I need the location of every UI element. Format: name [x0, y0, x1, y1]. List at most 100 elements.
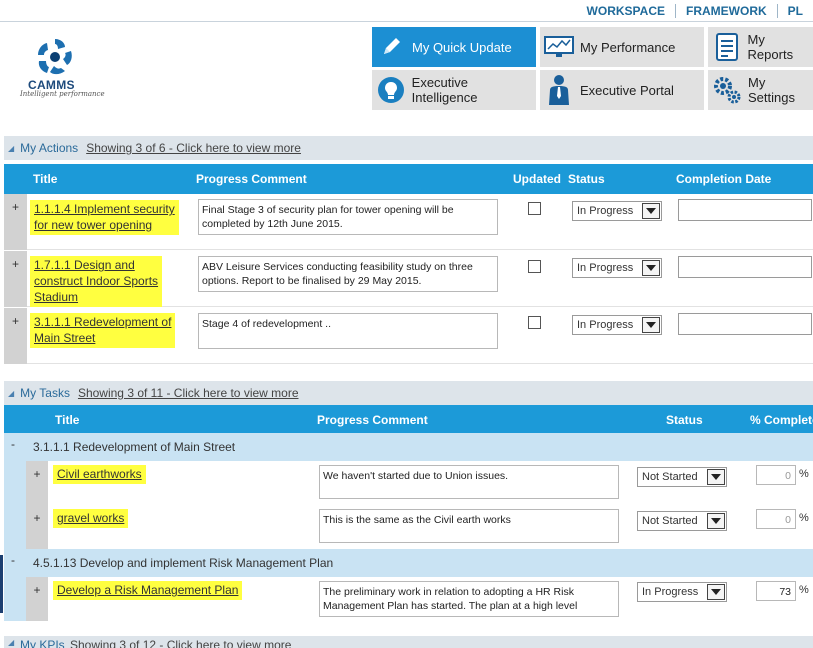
action-title-line: Stadium — [34, 290, 79, 304]
progress-comment-field[interactable]: We haven't started due to Union issues. — [319, 465, 619, 499]
nav-pl[interactable]: PL — [776, 4, 813, 18]
status-value: In Progress — [577, 319, 634, 331]
my-tasks-view-more-link[interactable]: Showing 3 of 11 - Click here to view mor… — [78, 386, 299, 400]
collapse-triangle-icon[interactable]: ◢ — [8, 144, 14, 153]
action-title-link[interactable]: 1.7.1.1 Design and construct Indoor Spor… — [30, 256, 163, 307]
executive-intelligence-button[interactable]: Executive Intelligence — [372, 70, 536, 110]
task-row: + Develop a Risk Management Plan The pre… — [4, 577, 813, 621]
my-quick-update-button[interactable]: My Quick Update — [372, 27, 536, 67]
completion-date-input[interactable] — [678, 199, 812, 221]
percent-complete-input[interactable]: 0 — [756, 509, 796, 529]
collapse-group-button[interactable]: - — [11, 437, 15, 451]
comment-line: completed by 12th June 2015. — [202, 218, 343, 230]
task-title-link[interactable]: Civil earthworks — [53, 465, 146, 484]
percent-complete-input[interactable]: 73 — [756, 581, 796, 601]
my-actions-view-more-link[interactable]: Showing 3 of 6 - Click here to view more — [86, 141, 301, 155]
collapse-group-button[interactable]: - — [11, 553, 15, 567]
completion-date-input[interactable] — [678, 313, 812, 335]
executive-intelligence-label: Executive Intelligence — [411, 75, 478, 105]
task-row: + gravel works This is the same as the C… — [4, 505, 813, 549]
col-percent-complete: % Complete — [750, 413, 813, 427]
collapse-triangle-icon[interactable]: ◢ — [8, 638, 14, 647]
my-kpis-header[interactable]: ◢ My KPIs Showing 3 of 12 - Click here t… — [4, 636, 813, 648]
left-edge-stripe — [0, 555, 3, 613]
nav-workspace[interactable]: WORKSPACE — [577, 4, 675, 18]
action-title-line: 1.1.1.4 Implement security — [34, 202, 175, 216]
updated-checkbox[interactable] — [528, 260, 541, 273]
progress-comment-field[interactable]: This is the same as the Civil earth work… — [319, 509, 619, 543]
col-status: Status — [568, 172, 605, 186]
chevron-down-icon — [642, 260, 660, 276]
expand-row-button[interactable]: + — [26, 577, 48, 621]
status-select[interactable]: In Progress — [572, 258, 662, 278]
comment-line: We haven't started due to Union issues. — [323, 470, 509, 482]
pencil-icon — [376, 32, 406, 62]
nav-framework[interactable]: FRAMEWORK — [675, 4, 777, 18]
executive-portal-button[interactable]: Executive Portal — [540, 70, 704, 110]
task-group-label: 3.1.1.1 Redevelopment of Main Street — [33, 440, 236, 454]
my-actions-header[interactable]: ◢ My Actions Showing 3 of 6 - Click here… — [4, 136, 813, 160]
percent-sign: % — [799, 468, 809, 480]
progress-comment-field[interactable]: The preliminary work in relation to adop… — [319, 581, 619, 617]
my-quick-update-label: My Quick Update — [412, 39, 512, 55]
my-tasks-header[interactable]: ◢ My Tasks Showing 3 of 11 - Click here … — [4, 381, 813, 405]
col-completion-date: Completion Date — [676, 172, 772, 186]
col-title: Title — [55, 413, 80, 427]
percent-complete-input[interactable]: 0 — [756, 465, 796, 485]
camms-logo-mark-icon — [38, 39, 72, 75]
camms-logo[interactable]: CAMMS Intelligent performance — [18, 36, 105, 100]
action-title-link[interactable]: 3.1.1.1 Redevelopment of Main Street — [30, 313, 176, 348]
updated-checkbox[interactable] — [528, 202, 541, 215]
action-title-line: 3.1.1.1 Redevelopment of — [34, 315, 172, 329]
progress-comment-field[interactable]: ABV Leisure Services conducting feasibil… — [198, 256, 498, 292]
report-icon — [712, 32, 742, 62]
my-performance-button[interactable]: My Performance — [540, 27, 704, 67]
action-row: + 3.1.1.1 Redevelopment of Main Street S… — [4, 308, 813, 364]
col-updated: Updated — [513, 172, 561, 186]
action-title-line: 1.7.1.1 Design and — [34, 258, 135, 272]
progress-comment-field[interactable]: Stage 4 of redevelopment .. — [198, 313, 498, 349]
updated-checkbox[interactable] — [528, 316, 541, 329]
completion-date-input[interactable] — [678, 256, 812, 278]
action-title-line: for new tower opening — [34, 218, 153, 232]
percent-sign: % — [799, 584, 809, 596]
expand-row-button[interactable]: + — [4, 194, 27, 250]
indent-cell — [4, 505, 26, 549]
status-value: In Progress — [642, 586, 699, 598]
my-performance-label: My Performance — [580, 39, 676, 55]
my-reports-button[interactable]: My Reports — [708, 27, 813, 67]
task-group-label: 4.5.1.13 Develop and implement Risk Mana… — [33, 556, 334, 570]
indent-cell — [4, 577, 26, 621]
comment-line: Management Plan has started. The plan at… — [323, 600, 578, 612]
comment-line: ABV Leisure Services conducting feasibil… — [202, 261, 473, 273]
status-select[interactable]: In Progress — [572, 201, 662, 221]
expand-row-button[interactable]: + — [26, 505, 48, 549]
my-kpis-view-more-link[interactable]: Showing 3 of 12 - Click here to view mor… — [70, 638, 291, 648]
status-select[interactable]: In Progress — [637, 582, 727, 602]
my-settings-button[interactable]: My Settings — [708, 70, 813, 110]
my-actions-title: My Actions — [20, 141, 79, 155]
my-settings-label: My Settings — [748, 75, 795, 105]
comment-line: This is the same as the Civil earth work… — [323, 514, 511, 526]
status-select[interactable]: Not Started — [637, 467, 727, 487]
lightbulb-icon — [376, 75, 406, 105]
col-progress-comment: Progress Comment — [317, 413, 428, 427]
status-value: In Progress — [577, 262, 634, 274]
task-title-link[interactable]: Develop a Risk Management Plan — [53, 581, 243, 600]
action-title-line: Main Street — [34, 331, 96, 345]
task-title-link[interactable]: gravel works — [53, 509, 129, 528]
expand-row-button[interactable]: + — [4, 308, 27, 364]
gears-icon — [712, 75, 742, 105]
expand-row-button[interactable]: + — [26, 461, 48, 505]
col-title: Title — [33, 172, 58, 186]
task-row: + Civil earthworks We haven't started du… — [4, 461, 813, 505]
collapse-triangle-icon[interactable]: ◢ — [8, 389, 14, 398]
status-select[interactable]: In Progress — [572, 315, 662, 335]
status-select[interactable]: Not Started — [637, 511, 727, 531]
chevron-down-icon — [642, 203, 660, 219]
executive-person-icon — [544, 75, 574, 105]
logo-tagline: Intelligent performance — [20, 90, 105, 98]
progress-comment-field[interactable]: Final Stage 3 of security plan for tower… — [198, 199, 498, 235]
action-title-link[interactable]: 1.1.1.4 Implement security for new tower… — [30, 200, 179, 235]
expand-row-button[interactable]: + — [4, 251, 27, 307]
